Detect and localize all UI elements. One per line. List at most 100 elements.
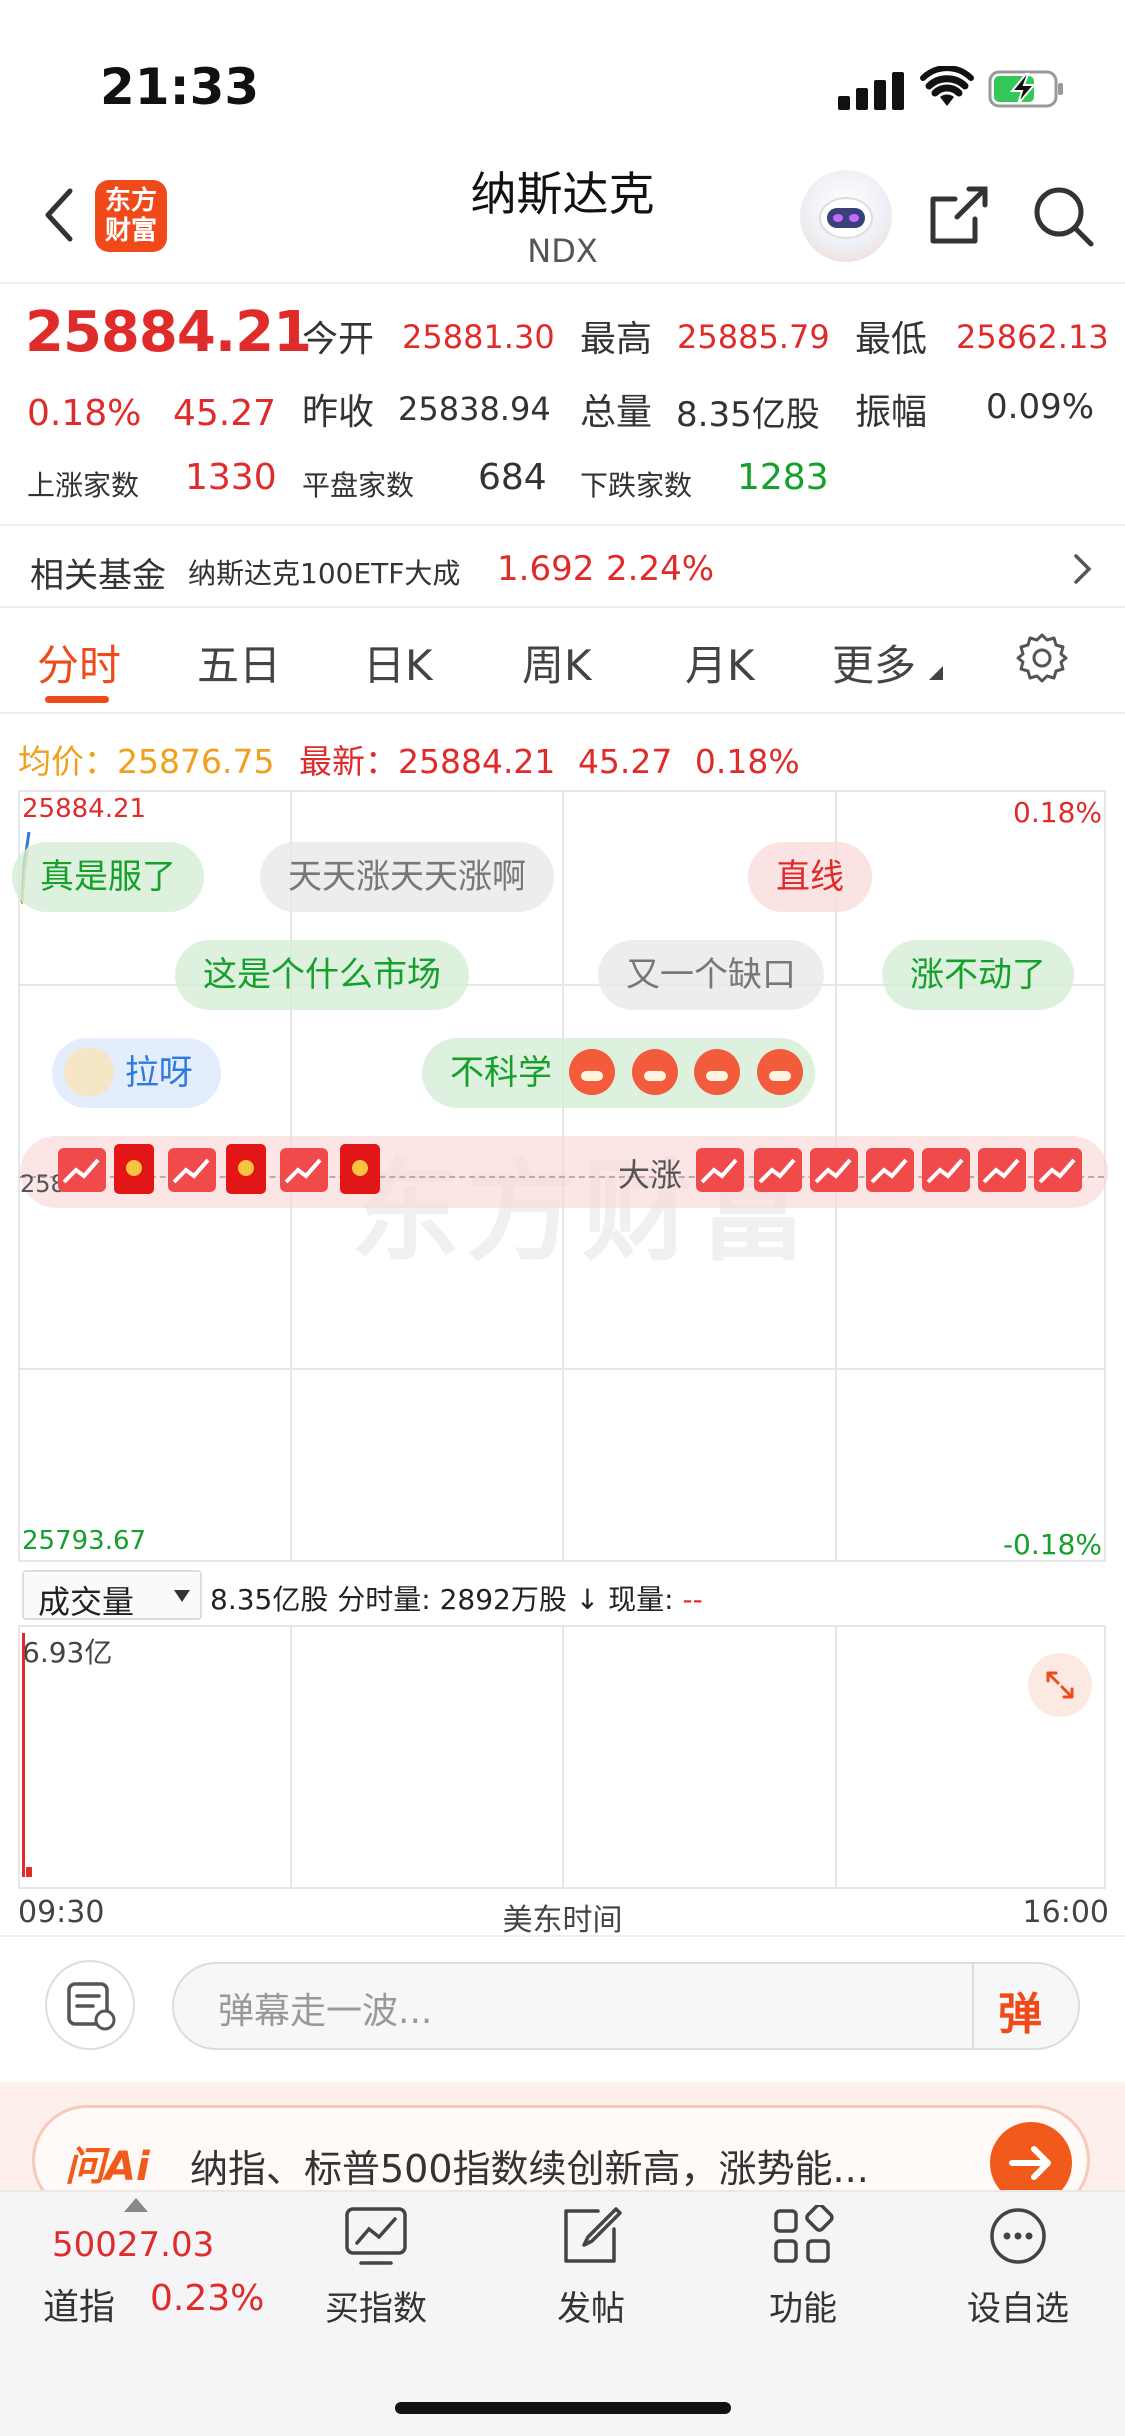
fund-pct: 2.24% — [606, 549, 715, 589]
trend-up-icon — [58, 1148, 106, 1192]
prev-close-value: 25838.94 — [398, 390, 551, 428]
nav-label: 发帖 — [557, 2289, 625, 2329]
trend-up-icon — [922, 1148, 970, 1192]
pct-axis-top-label: 0.18% — [1013, 796, 1102, 829]
volume-value: 8.35亿股 — [676, 395, 820, 435]
danmaku-bubble: 涨不动了 — [882, 940, 1074, 1010]
assistant-avatar-icon[interactable] — [800, 170, 892, 262]
volume-y-max-label: 6.93亿 — [22, 1636, 113, 1669]
trend-up-icon — [696, 1148, 744, 1192]
y-axis-top-label: 25884.21 — [22, 794, 147, 824]
header-divider — [0, 282, 1125, 284]
nav-label: 功能 — [769, 2289, 837, 2329]
dow-index-pct[interactable]: 0.23% — [150, 2278, 264, 2319]
expand-chart-button[interactable] — [1028, 1653, 1092, 1717]
period-volume-label: 分时量: — [337, 1583, 431, 1616]
tab-intraday[interactable]: 分时 — [37, 632, 121, 693]
nav-label: 买指数 — [325, 2289, 427, 2329]
tab-daily-k[interactable]: 日K — [363, 632, 433, 693]
tab-five-day[interactable]: 五日 — [197, 632, 281, 693]
axis-divider — [0, 1935, 1125, 1937]
danmaku-bubble: 天天涨天天涨啊 — [260, 842, 554, 912]
danmaku-text: 大涨 — [618, 1156, 683, 1194]
chart-icon — [345, 2207, 407, 2265]
danmaku-bubble: 真是服了 — [12, 842, 204, 912]
grid-line — [290, 1627, 292, 1887]
flat-count-label: 平盘家数 — [302, 469, 415, 502]
fund-divider — [0, 606, 1125, 608]
time-axis-zone: 美东时间 — [502, 1903, 623, 1938]
danmaku-text: 不科学 — [450, 1053, 552, 1093]
ai-news-text: 纳指、标普500指数续创新高，涨势能... — [190, 2147, 869, 2191]
volume-bar — [22, 1633, 25, 1877]
latest-change-value: 45.27 — [577, 742, 673, 781]
flat-count: 684 — [478, 457, 547, 498]
up-count-label: 上涨家数 — [27, 469, 140, 502]
change-value: 45.27 — [173, 393, 277, 434]
low-value: 25862.13 — [956, 318, 1109, 356]
related-fund-row[interactable]: 相关基金 纳斯达克100ETF大成 1.692 2.24% — [0, 528, 1125, 606]
nav-buy-index[interactable]: 买指数 — [306, 2205, 446, 2330]
angry-face-icon — [694, 1048, 741, 1095]
current-volume-value: -- — [682, 1583, 703, 1616]
input-separator — [972, 1964, 974, 2048]
y-axis-bottom-label: 25793.67 — [22, 1526, 147, 1556]
expand-icon — [1046, 1671, 1074, 1699]
tabs-divider — [0, 712, 1125, 714]
search-icon[interactable] — [1030, 183, 1096, 249]
time-axis-end: 16:00 — [1022, 1895, 1109, 1930]
change-percent: 0.18% — [27, 393, 142, 434]
grid-line — [835, 1627, 837, 1887]
latest-price-value: 25884.21 — [397, 742, 556, 781]
danmaku-settings-button[interactable] — [45, 1960, 135, 2050]
chevron-right-icon — [1074, 554, 1092, 584]
share-icon[interactable] — [925, 183, 991, 249]
chevron-down-icon — [174, 1590, 190, 1602]
dow-index-name[interactable]: 道指 — [43, 2278, 115, 2330]
intraday-chart[interactable]: 东方财富 25884.21 25793.67 0.18% -0.18% 真是服了… — [12, 790, 1108, 1562]
low-label: 最低 — [855, 319, 928, 360]
nav-add-watchlist[interactable]: 设自选 — [948, 2205, 1088, 2330]
danmaku-bubble: 直线 — [748, 842, 872, 912]
edit-icon — [564, 2207, 622, 2263]
fund-price: 1.692 — [497, 549, 595, 589]
angry-face-icon — [568, 1048, 615, 1095]
open-value: 25881.30 — [402, 318, 555, 356]
tab-monthly-k[interactable]: 月K — [685, 632, 755, 693]
current-price: 25884.21 — [25, 300, 312, 365]
angry-face-icon — [757, 1048, 804, 1095]
volume-total: 8.35亿股 — [210, 1583, 329, 1616]
latest-price-label: 最新： — [298, 742, 398, 781]
send-danmaku-button[interactable]: 弹 — [998, 1978, 1042, 2042]
volume-chart[interactable]: 6.93亿 — [18, 1625, 1106, 1889]
danmaku-input-placeholder: 弹幕走一波... — [218, 1991, 433, 2032]
tab-weekly-k[interactable]: 周K — [522, 632, 592, 693]
volume-bar — [26, 1867, 32, 1877]
avg-price-label: 均价： — [18, 742, 117, 781]
tab-more[interactable]: 更多 — [832, 632, 944, 693]
trend-up-icon — [168, 1148, 216, 1192]
nav-post[interactable]: 发帖 — [521, 2205, 661, 2330]
current-volume-label: 现量: — [608, 1583, 674, 1616]
down-count-label: 下跌家数 — [580, 469, 693, 502]
nav-label: 设自选 — [967, 2289, 1069, 2329]
price-info-line: 均价：25876.75 最新：25884.21 45.27 0.18% — [18, 735, 800, 783]
settings-gear-icon[interactable] — [1016, 632, 1068, 684]
danmaku-settings-icon — [67, 1982, 116, 2031]
volume-info-line: 8.35亿股 分时量: 2892万股 ↓ 现量: -- — [210, 1578, 703, 1618]
dow-index-value[interactable]: 50027.03 — [52, 2225, 214, 2265]
danmaku-bubble: 这是个什么市场 — [175, 940, 469, 1010]
open-label: 今开 — [302, 319, 375, 360]
wifi-icon — [920, 66, 974, 106]
trend-up-icon — [866, 1148, 914, 1192]
down-arrow-icon: ↓ — [575, 1583, 600, 1616]
danmaku-input[interactable]: 弹幕走一波... 弹 — [172, 1962, 1080, 2050]
dropdown-triangle-icon — [929, 666, 944, 680]
battery-charging-icon — [988, 70, 1063, 108]
indicator-dropdown[interactable]: 成交量 — [22, 1570, 202, 1621]
trend-up-icon — [978, 1148, 1026, 1192]
danmaku-bubble: 拉呀 — [52, 1038, 221, 1108]
fund-name: 纳斯达克100ETF大成 — [188, 557, 461, 590]
up-triangle-icon — [124, 2198, 148, 2212]
nav-functions[interactable]: 功能 — [733, 2203, 873, 2330]
